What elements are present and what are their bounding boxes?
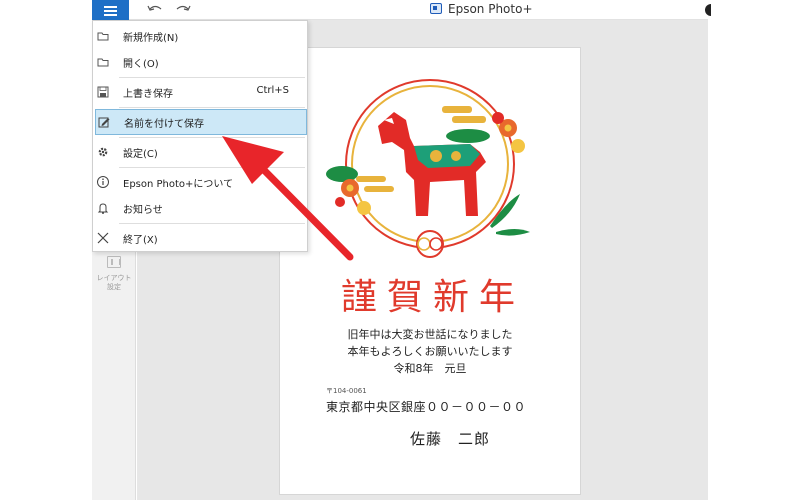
annotation-arrow [222, 136, 354, 261]
